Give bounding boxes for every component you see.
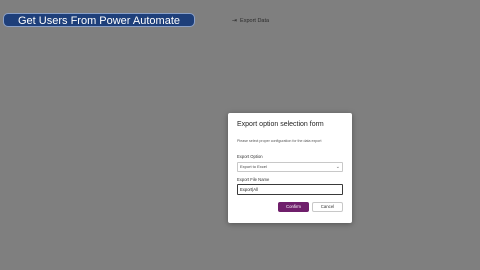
export-file-name-value: Export|All xyxy=(240,187,258,192)
page-title-banner: Get Users From Power Automate xyxy=(3,13,195,27)
dialog-title: Export option selection form xyxy=(237,121,324,128)
export-icon: ⇥ xyxy=(232,18,238,24)
dialog-description: Please select proper configuration for t… xyxy=(237,139,322,143)
cancel-button[interactable]: Cancel xyxy=(312,202,343,212)
export-options-dialog: Export option selection form Please sele… xyxy=(228,113,352,223)
export-option-label: Export Option xyxy=(237,154,263,159)
confirm-button[interactable]: Confirm xyxy=(278,202,309,212)
export-file-name-input[interactable]: Export|All xyxy=(237,184,343,195)
export-data-label: Export Data xyxy=(240,18,270,24)
export-file-name-label: Export File Name xyxy=(237,177,270,182)
export-option-select[interactable]: Export to Excel ⌄ xyxy=(237,162,343,172)
export-option-value: Export to Excel xyxy=(240,164,267,169)
export-data-button[interactable]: ⇥ Export Data xyxy=(232,16,269,26)
chevron-down-icon: ⌄ xyxy=(335,164,340,170)
